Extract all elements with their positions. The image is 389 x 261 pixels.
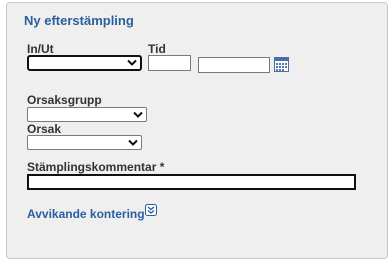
- orsaksgrupp-label: Orsaksgrupp: [27, 93, 102, 107]
- time-input[interactable]: [148, 55, 191, 71]
- in-ut-label: In/Ut: [27, 42, 54, 56]
- in-ut-select[interactable]: [27, 55, 142, 71]
- chevron-down-icon: [133, 111, 143, 118]
- chevron-down-icon: [128, 139, 138, 146]
- double-chevron-down-icon[interactable]: [145, 204, 157, 216]
- kommentar-label: Stämplingskommentar *: [27, 160, 165, 174]
- orsak-select[interactable]: [27, 135, 142, 150]
- date-input[interactable]: [198, 57, 270, 73]
- calendar-icon[interactable]: [274, 57, 289, 72]
- tid-label: Tid: [148, 42, 166, 56]
- orsak-label: Orsak: [27, 122, 62, 136]
- kommentar-input[interactable]: [27, 174, 356, 190]
- avvikande-kontering-link[interactable]: Avvikande kontering: [27, 207, 145, 221]
- orsaksgrupp-select[interactable]: [27, 107, 147, 122]
- panel-title: Ny efterstämpling: [24, 13, 134, 28]
- form-panel: Ny efterstämpling In/Ut Tid Orsaksgrupp …: [6, 2, 388, 259]
- chevron-down-icon: [127, 59, 137, 66]
